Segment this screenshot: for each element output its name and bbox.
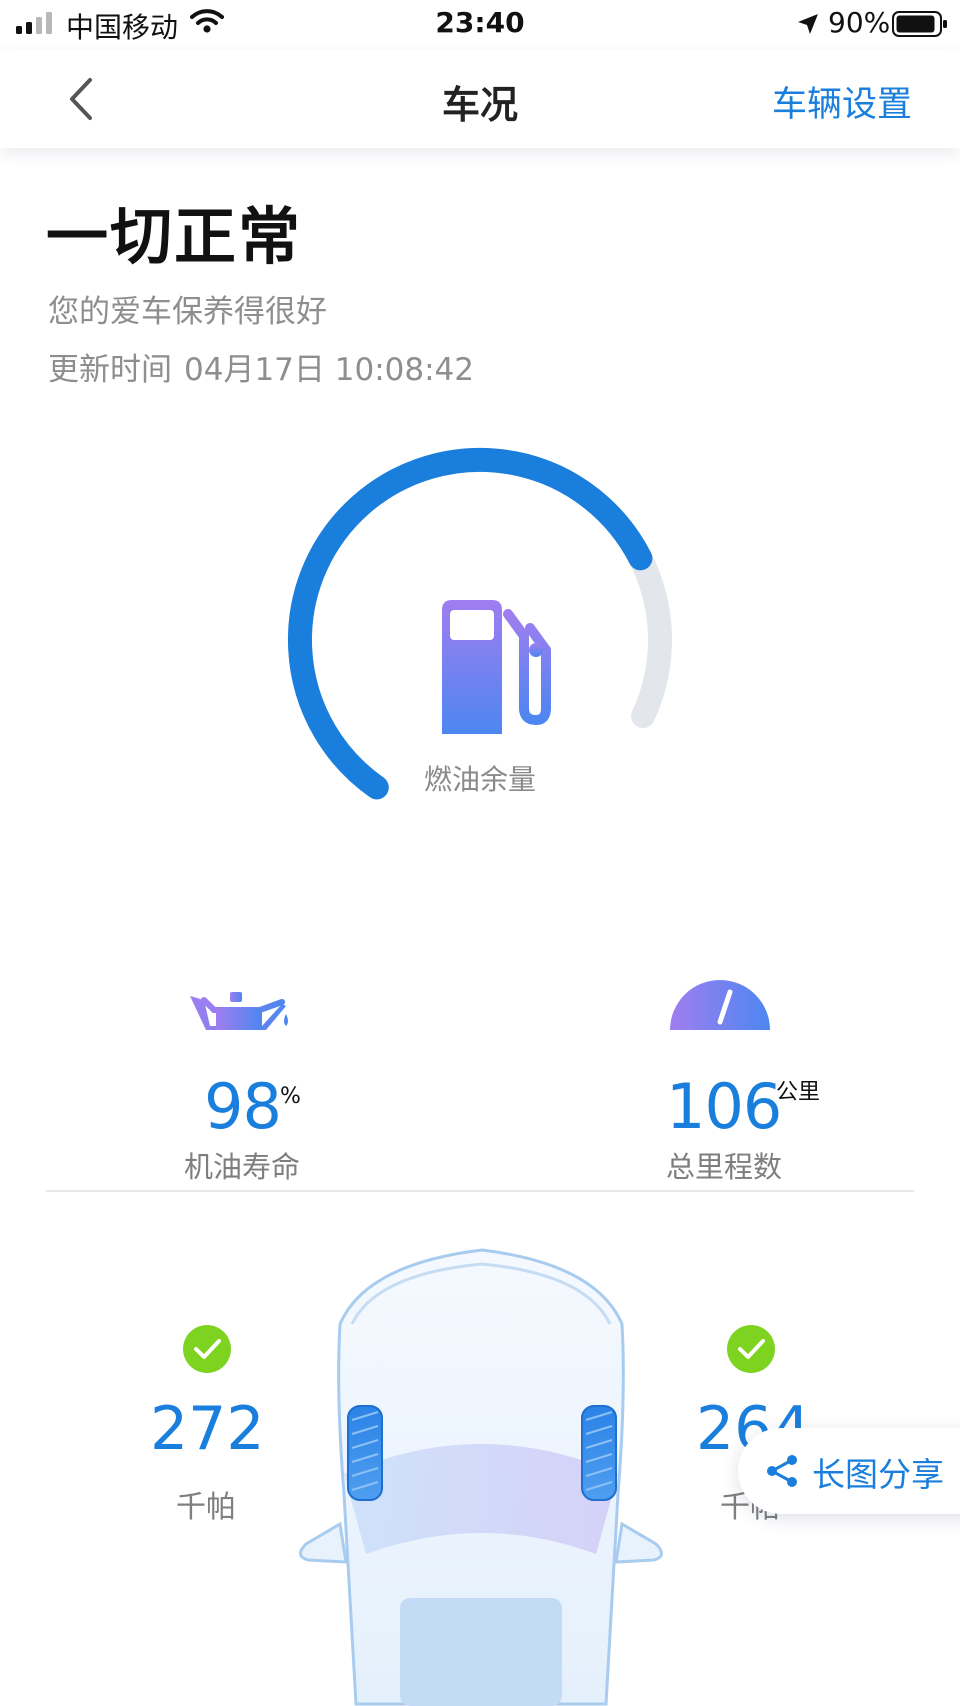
status-subtitle: 您的爱车保养得很好 — [48, 294, 327, 330]
car-status-page: 中国移动 23:40 90% 车况 车辆设置 一切正常 您的爱车保养得很好 更新… — [0, 0, 960, 1706]
section-divider — [46, 1190, 914, 1192]
car-illustration — [299, 1248, 663, 1706]
oil-life-label: 机油寿命 — [184, 1150, 301, 1184]
mileage-value: 106 — [666, 1070, 782, 1143]
share-label: 长图分享 — [812, 1455, 944, 1494]
tyre-pressure-front-left: 272 — [150, 1394, 265, 1464]
fuel-gauge — [288, 447, 673, 800]
status-bar: 中国移动 23:40 90% — [0, 0, 960, 50]
vehicle-settings-button[interactable]: 车辆设置 — [772, 76, 912, 127]
status-heading: 一切正常 — [46, 200, 303, 273]
oil-life-unit: % — [280, 1084, 301, 1109]
share-long-image-button[interactable]: 长图分享 — [738, 1428, 960, 1514]
update-time-value: 04月17日 10:08:42 — [184, 352, 474, 388]
update-time-label: 更新时间 — [48, 352, 172, 388]
navigation-bar: 车况 车辆设置 — [0, 50, 960, 148]
location-arrow-icon — [798, 14, 818, 34]
update-time: 更新时间 04月17日 10:08:42 — [48, 344, 486, 389]
check-circle-icon — [183, 1325, 231, 1373]
share-icon — [767, 1455, 797, 1487]
battery-percent: 90% — [828, 6, 891, 39]
oil-can-icon — [190, 992, 288, 1030]
mileage-unit: 公里 — [776, 1080, 821, 1105]
battery-icon — [892, 11, 947, 37]
chevron-left-icon[interactable] — [62, 74, 102, 124]
fuel-level-label: 燃油余量 — [423, 763, 536, 796]
oil-life-value: 98 — [204, 1070, 282, 1143]
speedometer-icon — [670, 980, 770, 1030]
tyre-unit-front-left: 千帕 — [176, 1490, 236, 1525]
check-circle-icon — [727, 1325, 775, 1373]
fuel-pump-icon — [442, 600, 551, 734]
mileage-label: 总里程数 — [666, 1150, 783, 1184]
